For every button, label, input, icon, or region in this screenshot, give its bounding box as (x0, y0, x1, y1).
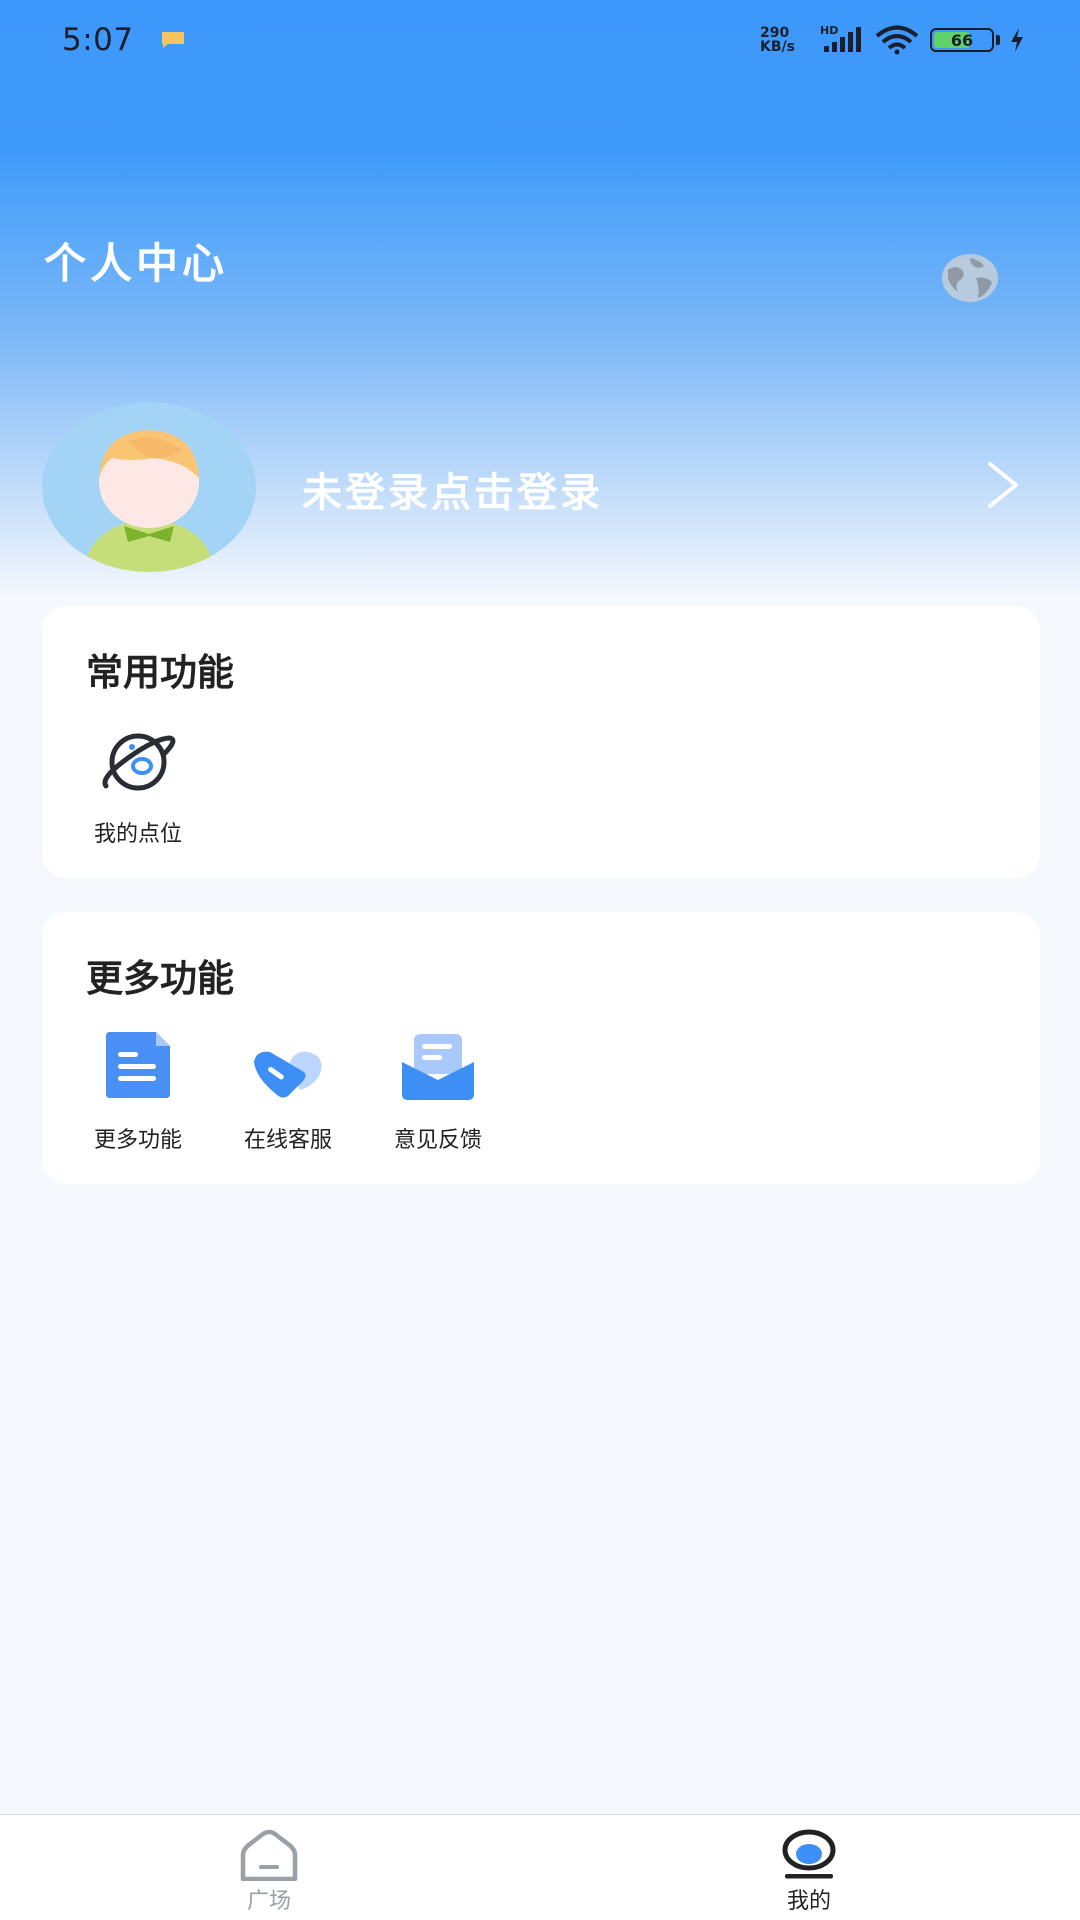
my-location-label: 我的点位 (93, 822, 182, 847)
nav-label-square: 广场 (246, 1889, 291, 1914)
message-icon (161, 32, 184, 48)
more-features-item[interactable]: 更多功能 (78, 1028, 198, 1168)
home-icon (240, 1829, 298, 1881)
status-bar: 5:07 290 KB/s HD 66 (0, 0, 1080, 80)
more-features-label: 更多功能 (93, 1128, 182, 1153)
avatar[interactable] (42, 402, 256, 572)
network-speed: 290 KB/s (760, 25, 795, 55)
online-service-item[interactable]: 在线客服 (228, 1028, 348, 1168)
nav-tab-square[interactable]: 广场 (209, 1815, 329, 1920)
more-features-card: 更多功能 更多功能 在线客服 意见反馈 (42, 912, 1040, 1184)
battery-indicator: 66 (930, 28, 994, 52)
profile-icon (782, 1829, 836, 1879)
feedback-label: 意见反馈 (393, 1128, 482, 1153)
nav-label-mine: 我的 (786, 1889, 831, 1914)
bottom-nav: 广场 我的 (0, 1814, 1080, 1920)
feedback-item[interactable]: 意见反馈 (378, 1028, 498, 1168)
common-features-card: 常用功能 我的点位 (42, 606, 1040, 878)
globe-icon[interactable] (940, 252, 1000, 304)
online-service-label: 在线客服 (243, 1128, 332, 1153)
chevron-right-icon[interactable] (980, 460, 1026, 510)
more-features-title: 更多功能 (86, 957, 234, 1000)
battery-cap (996, 35, 1000, 45)
nav-tab-mine[interactable]: 我的 (749, 1815, 869, 1920)
mail-icon (398, 1028, 478, 1108)
document-icon (98, 1028, 178, 1108)
status-time: 5:07 (62, 22, 134, 58)
wifi-icon (875, 25, 919, 55)
charging-icon (1011, 28, 1023, 52)
my-location-item[interactable]: 我的点位 (78, 722, 198, 862)
signal-icon: HD (820, 24, 864, 54)
login-prompt[interactable]: 未登录点击登录 (302, 460, 603, 518)
planet-location-icon (98, 722, 178, 802)
heart-chat-icon (248, 1028, 328, 1108)
common-features-title: 常用功能 (86, 651, 234, 694)
page-title: 个人中心 (44, 239, 229, 288)
